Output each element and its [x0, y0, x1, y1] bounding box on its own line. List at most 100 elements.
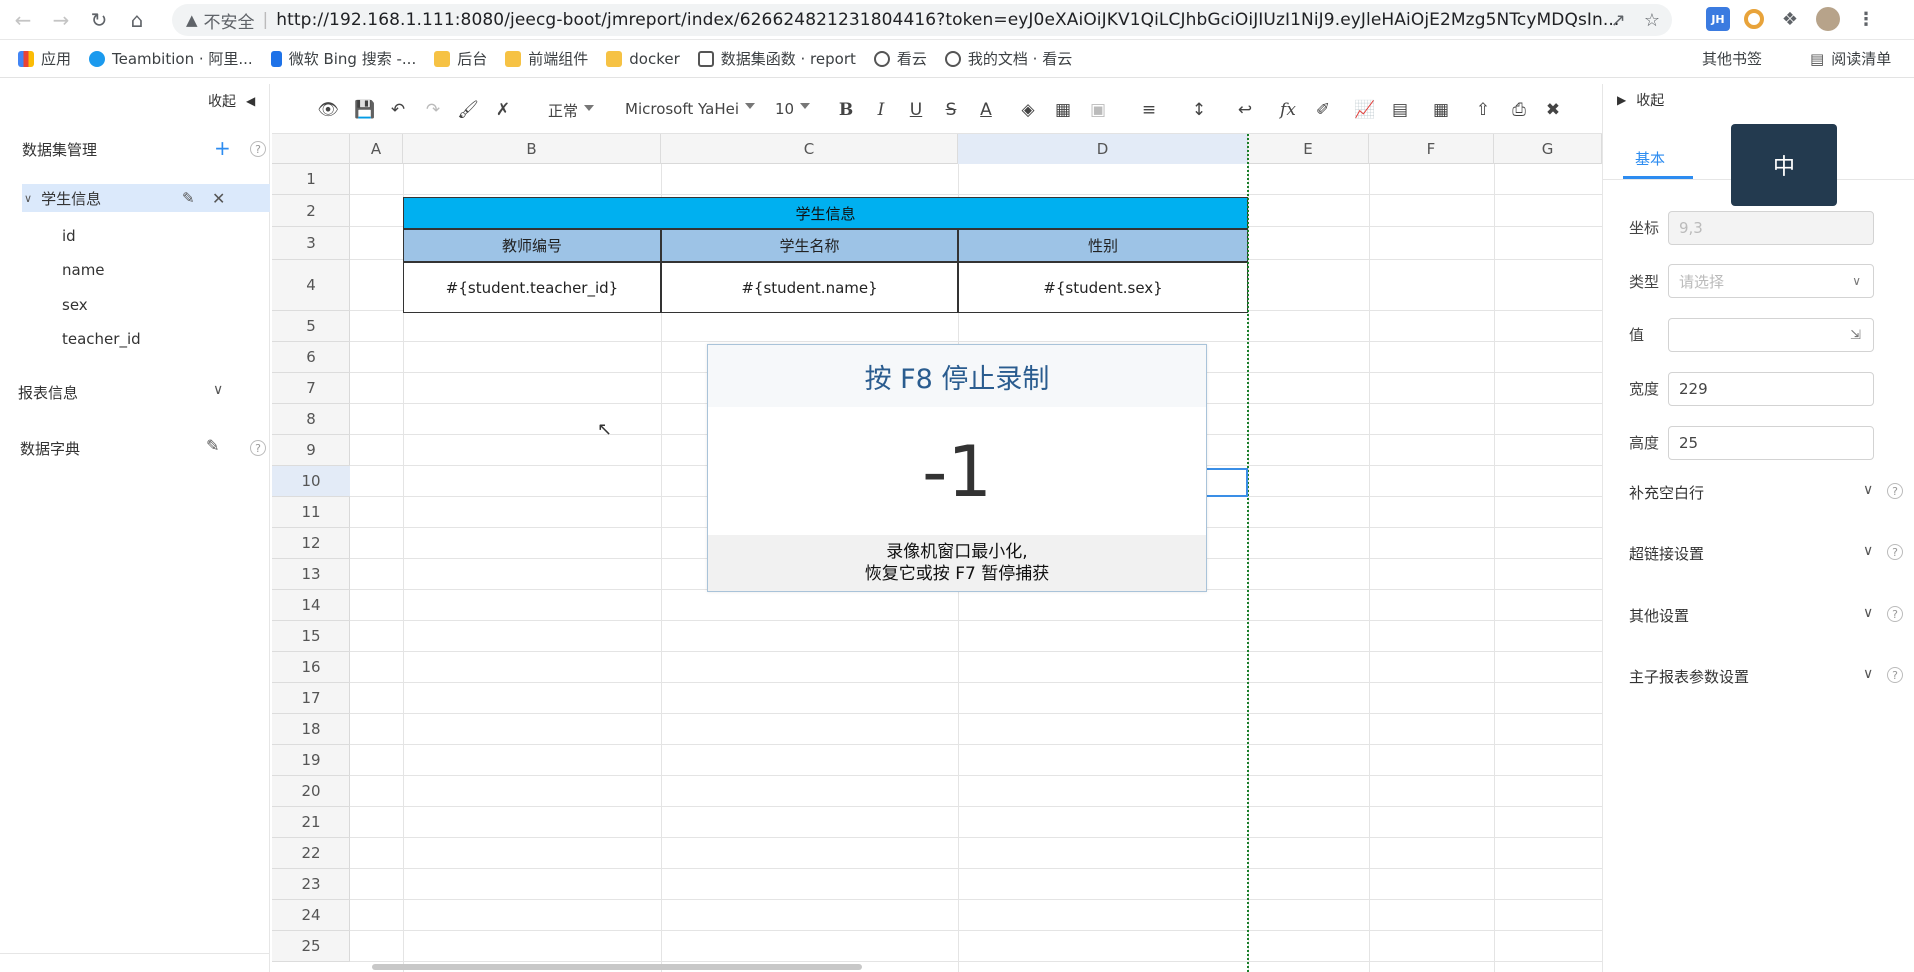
underline-icon[interactable]: U — [905, 96, 927, 124]
bold-icon[interactable]: B — [835, 96, 857, 124]
column-header[interactable]: D — [958, 134, 1248, 164]
back-icon[interactable]: ← — [8, 5, 38, 35]
borders-icon[interactable]: ▦ — [1052, 96, 1074, 124]
menu-dots-icon[interactable]: ⋮ — [1854, 7, 1878, 31]
left-collapse-button[interactable]: 收起 ◀ — [208, 91, 255, 111]
add-dataset-icon[interactable]: + — [214, 136, 231, 160]
row-header[interactable]: 25 — [272, 931, 350, 962]
jh-extension-icon[interactable]: JH — [1706, 7, 1730, 31]
address-bar[interactable]: ▲ 不安全 | http://192.168.1.111:8080/jeecg-… — [172, 4, 1672, 36]
row-header[interactable]: 10 — [272, 466, 350, 497]
row-header[interactable]: 5 — [272, 311, 350, 342]
undo-icon[interactable]: ↶ — [387, 96, 409, 124]
expr-cell-teacher-id[interactable]: #{student.teacher_id} — [403, 262, 661, 313]
row-header[interactable]: 9 — [272, 435, 350, 466]
forward-icon[interactable]: → — [46, 5, 76, 35]
section-hyperlink[interactable]: 超链接设置 — [1629, 543, 1897, 564]
row-header[interactable]: 11 — [272, 497, 350, 528]
row-header[interactable]: 2 — [272, 195, 350, 227]
format-painter-icon[interactable]: 🖌 — [457, 96, 479, 124]
bookmark-bing[interactable]: 微软 Bing 搜索 -... — [270, 48, 416, 69]
merge-cells-icon[interactable]: ▣ — [1087, 96, 1109, 124]
ime-indicator[interactable]: 中 — [1731, 124, 1837, 206]
help-icon[interactable]: ? — [1887, 667, 1903, 683]
row-header[interactable]: 8 — [272, 404, 350, 435]
corner-cell[interactable] — [272, 134, 350, 164]
row-header[interactable]: 18 — [272, 714, 350, 745]
chevron-down-icon[interactable]: ∨ — [213, 382, 223, 398]
upload-icon[interactable]: ⇧ — [1472, 96, 1494, 124]
field-item[interactable]: id — [62, 227, 76, 245]
expr-cell-sex[interactable]: #{student.sex} — [958, 262, 1248, 313]
row-header[interactable]: 12 — [272, 528, 350, 559]
row-header[interactable]: 4 — [272, 260, 350, 311]
redo-icon[interactable]: ↷ — [422, 96, 444, 124]
row-header[interactable]: 6 — [272, 342, 350, 373]
barcode-qr-icon[interactable]: ▦ — [1424, 96, 1458, 124]
column-header[interactable]: B — [403, 134, 661, 164]
row-header[interactable]: 20 — [272, 776, 350, 807]
edit-dictionary-icon[interactable]: ✎ — [206, 436, 219, 455]
row-header[interactable]: 19 — [272, 745, 350, 776]
star-icon[interactable]: ☆ — [1644, 10, 1660, 31]
field-item[interactable]: sex — [62, 296, 88, 314]
row-header[interactable]: 1 — [272, 164, 350, 195]
row-header[interactable]: 15 — [272, 621, 350, 652]
row-header[interactable]: 7 — [272, 373, 350, 404]
image-icon[interactable]: ▤ — [1389, 96, 1411, 124]
column-header[interactable]: F — [1369, 134, 1494, 164]
share-icon[interactable]: ↗ — [1611, 10, 1626, 31]
coord-input[interactable]: 9,3 — [1668, 211, 1874, 245]
font-color-icon[interactable]: A — [975, 96, 997, 124]
row-header[interactable]: 16 — [272, 652, 350, 683]
bookmark-teambition[interactable]: Teambition · 阿里... — [89, 48, 253, 69]
type-select[interactable]: 请选择 ∨ — [1668, 264, 1874, 298]
save-icon[interactable]: 💾 — [354, 96, 376, 124]
column-header[interactable]: G — [1494, 134, 1602, 164]
valign-icon[interactable]: ↕ — [1184, 96, 1214, 124]
help-icon[interactable]: ? — [250, 141, 266, 157]
dataset-item-student[interactable]: ∨ 学生信息 ✎ ✕ — [22, 184, 270, 212]
row-header[interactable]: 13 — [272, 559, 350, 590]
field-item[interactable]: teacher_id — [62, 330, 141, 348]
chevron-down-icon[interactable]: ∨ — [1863, 482, 1873, 498]
help-icon[interactable]: ? — [1887, 483, 1903, 499]
row-header[interactable]: 21 — [272, 807, 350, 838]
column-header[interactable]: C — [661, 134, 958, 164]
report-info-section[interactable]: 报表信息 — [18, 382, 78, 403]
expression-icon[interactable]: ✐ — [1312, 96, 1334, 124]
horizontal-scrollbar[interactable] — [372, 964, 862, 970]
profile-avatar-icon[interactable] — [1816, 7, 1840, 31]
title-cell[interactable]: 学生信息 — [403, 197, 1248, 229]
chevron-down-icon[interactable]: ∨ — [1863, 543, 1873, 559]
home-icon[interactable]: ⌂ — [122, 5, 152, 35]
row-header[interactable]: 3 — [272, 227, 350, 260]
expand-icon[interactable]: ⇲ — [1850, 328, 1861, 343]
formula-fx-icon[interactable]: fx — [1277, 96, 1299, 124]
row-header[interactable]: 17 — [272, 683, 350, 714]
header-cell-teacher-id[interactable]: 教师编号 — [403, 229, 661, 262]
bookmark-my-docs[interactable]: 我的文档 · 看云 — [944, 48, 1072, 69]
extension-ring-icon[interactable] — [1744, 9, 1764, 29]
bookmark-frontend[interactable]: 前端组件 — [505, 48, 588, 69]
delete-dataset-icon[interactable]: ✕ — [212, 189, 225, 208]
chart-icon[interactable]: 📈 — [1354, 96, 1376, 124]
section-master-detail-params[interactable]: 主子报表参数设置 — [1629, 666, 1897, 687]
field-item[interactable]: name — [62, 261, 105, 279]
header-cell-student-name[interactable]: 学生名称 — [661, 229, 958, 262]
wrap-text-icon[interactable]: ↩ — [1234, 96, 1256, 124]
expr-cell-student-name[interactable]: #{student.name} — [661, 262, 958, 313]
italic-icon[interactable]: I — [870, 96, 892, 124]
bookmark-docker[interactable]: docker — [606, 50, 680, 68]
help-icon[interactable]: ? — [250, 440, 266, 456]
fill-color-icon[interactable]: ◈ — [1017, 96, 1039, 124]
preview-eye-icon[interactable]: 👁 — [317, 96, 339, 124]
number-format-select[interactable]: 正常 — [548, 100, 595, 121]
value-input[interactable]: ⇲ — [1668, 318, 1874, 352]
align-left-icon[interactable]: ≡ — [1134, 96, 1164, 124]
right-collapse-button[interactable]: ▶ 收起 — [1617, 90, 1664, 110]
section-other[interactable]: 其他设置 — [1629, 605, 1897, 626]
height-input[interactable]: 25 — [1668, 426, 1874, 460]
print-icon[interactable]: ⎙ — [1508, 96, 1530, 124]
chevron-down-icon[interactable]: ∨ — [1863, 666, 1873, 682]
